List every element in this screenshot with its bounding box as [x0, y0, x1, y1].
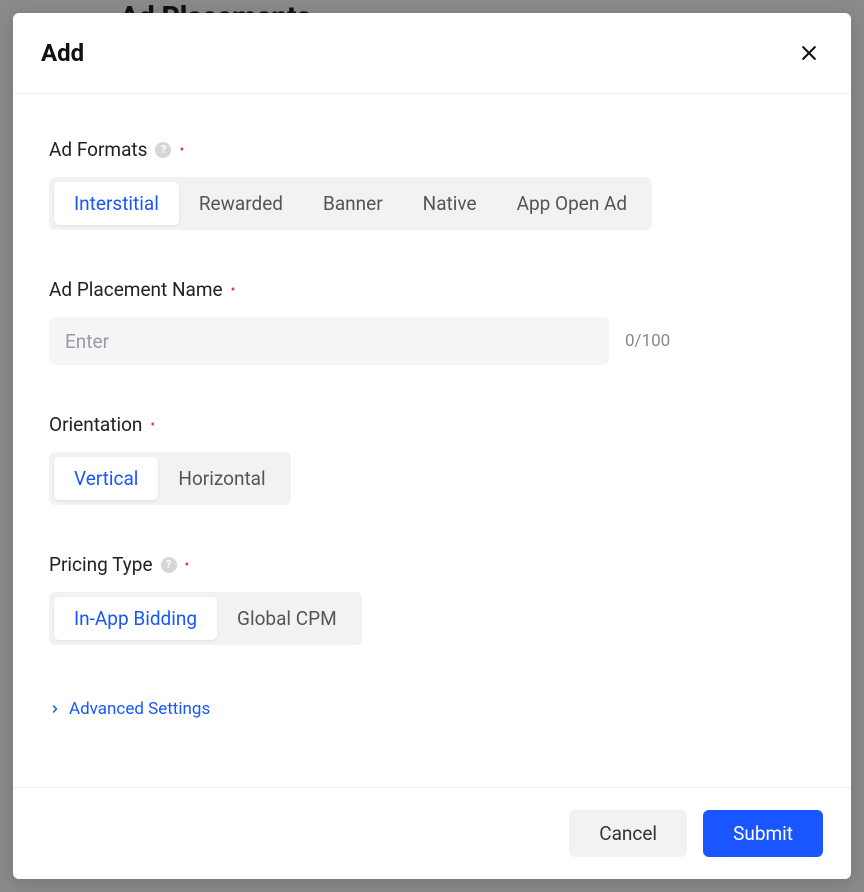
- submit-button[interactable]: Submit: [703, 810, 823, 857]
- ad-format-rewarded[interactable]: Rewarded: [179, 182, 303, 225]
- ad-format-native[interactable]: Native: [403, 182, 497, 225]
- required-indicator: •: [185, 558, 190, 572]
- orientation-horizontal[interactable]: Horizontal: [158, 457, 285, 500]
- placement-name-group: Ad Placement Name • 0/100: [49, 278, 815, 365]
- modal-header: Add: [13, 13, 851, 94]
- ad-formats-label-row: Ad Formats ? •: [49, 138, 815, 161]
- pricing-type-segmented: In-App Bidding Global CPM: [49, 592, 362, 645]
- chevron-right-icon: [49, 703, 61, 715]
- close-icon: [799, 43, 819, 63]
- placement-name-label-row: Ad Placement Name •: [49, 278, 815, 301]
- pricing-type-group: Pricing Type ? • In-App Bidding Global C…: [49, 553, 815, 645]
- orientation-segmented: Vertical Horizontal: [49, 452, 291, 505]
- orientation-group: Orientation • Vertical Horizontal: [49, 413, 815, 505]
- modal-footer: Cancel Submit: [13, 787, 851, 879]
- add-modal: Add Ad Formats ? • Interstitial Rewarded…: [13, 13, 851, 879]
- orientation-label: Orientation: [49, 413, 142, 436]
- required-indicator: •: [179, 143, 184, 157]
- placement-name-label: Ad Placement Name: [49, 278, 223, 301]
- ad-formats-group: Ad Formats ? • Interstitial Rewarded Ban…: [49, 138, 815, 230]
- pricing-type-label: Pricing Type: [49, 553, 153, 576]
- ad-format-app-open-ad[interactable]: App Open Ad: [497, 182, 648, 225]
- char-count: 0/100: [625, 331, 670, 351]
- required-indicator: •: [150, 418, 155, 432]
- pricing-type-label-row: Pricing Type ? •: [49, 553, 815, 576]
- ad-formats-segmented: Interstitial Rewarded Banner Native App …: [49, 177, 652, 230]
- cancel-button[interactable]: Cancel: [569, 810, 687, 857]
- help-icon[interactable]: ?: [155, 142, 171, 158]
- ad-format-interstitial[interactable]: Interstitial: [54, 182, 179, 225]
- advanced-settings-label: Advanced Settings: [69, 699, 210, 719]
- ad-formats-label: Ad Formats: [49, 138, 147, 161]
- pricing-global-cpm[interactable]: Global CPM: [217, 597, 357, 640]
- orientation-vertical[interactable]: Vertical: [54, 457, 158, 500]
- pricing-in-app-bidding[interactable]: In-App Bidding: [54, 597, 217, 640]
- ad-format-banner[interactable]: Banner: [303, 182, 403, 225]
- required-indicator: •: [231, 283, 236, 297]
- placement-name-input-row: 0/100: [49, 317, 815, 365]
- advanced-settings-toggle[interactable]: Advanced Settings: [49, 699, 210, 719]
- modal-body: Ad Formats ? • Interstitial Rewarded Ban…: [13, 94, 851, 787]
- modal-title: Add: [41, 39, 84, 67]
- close-button[interactable]: [795, 39, 823, 67]
- orientation-label-row: Orientation •: [49, 413, 815, 436]
- placement-name-input[interactable]: [49, 317, 609, 365]
- help-icon[interactable]: ?: [161, 557, 177, 573]
